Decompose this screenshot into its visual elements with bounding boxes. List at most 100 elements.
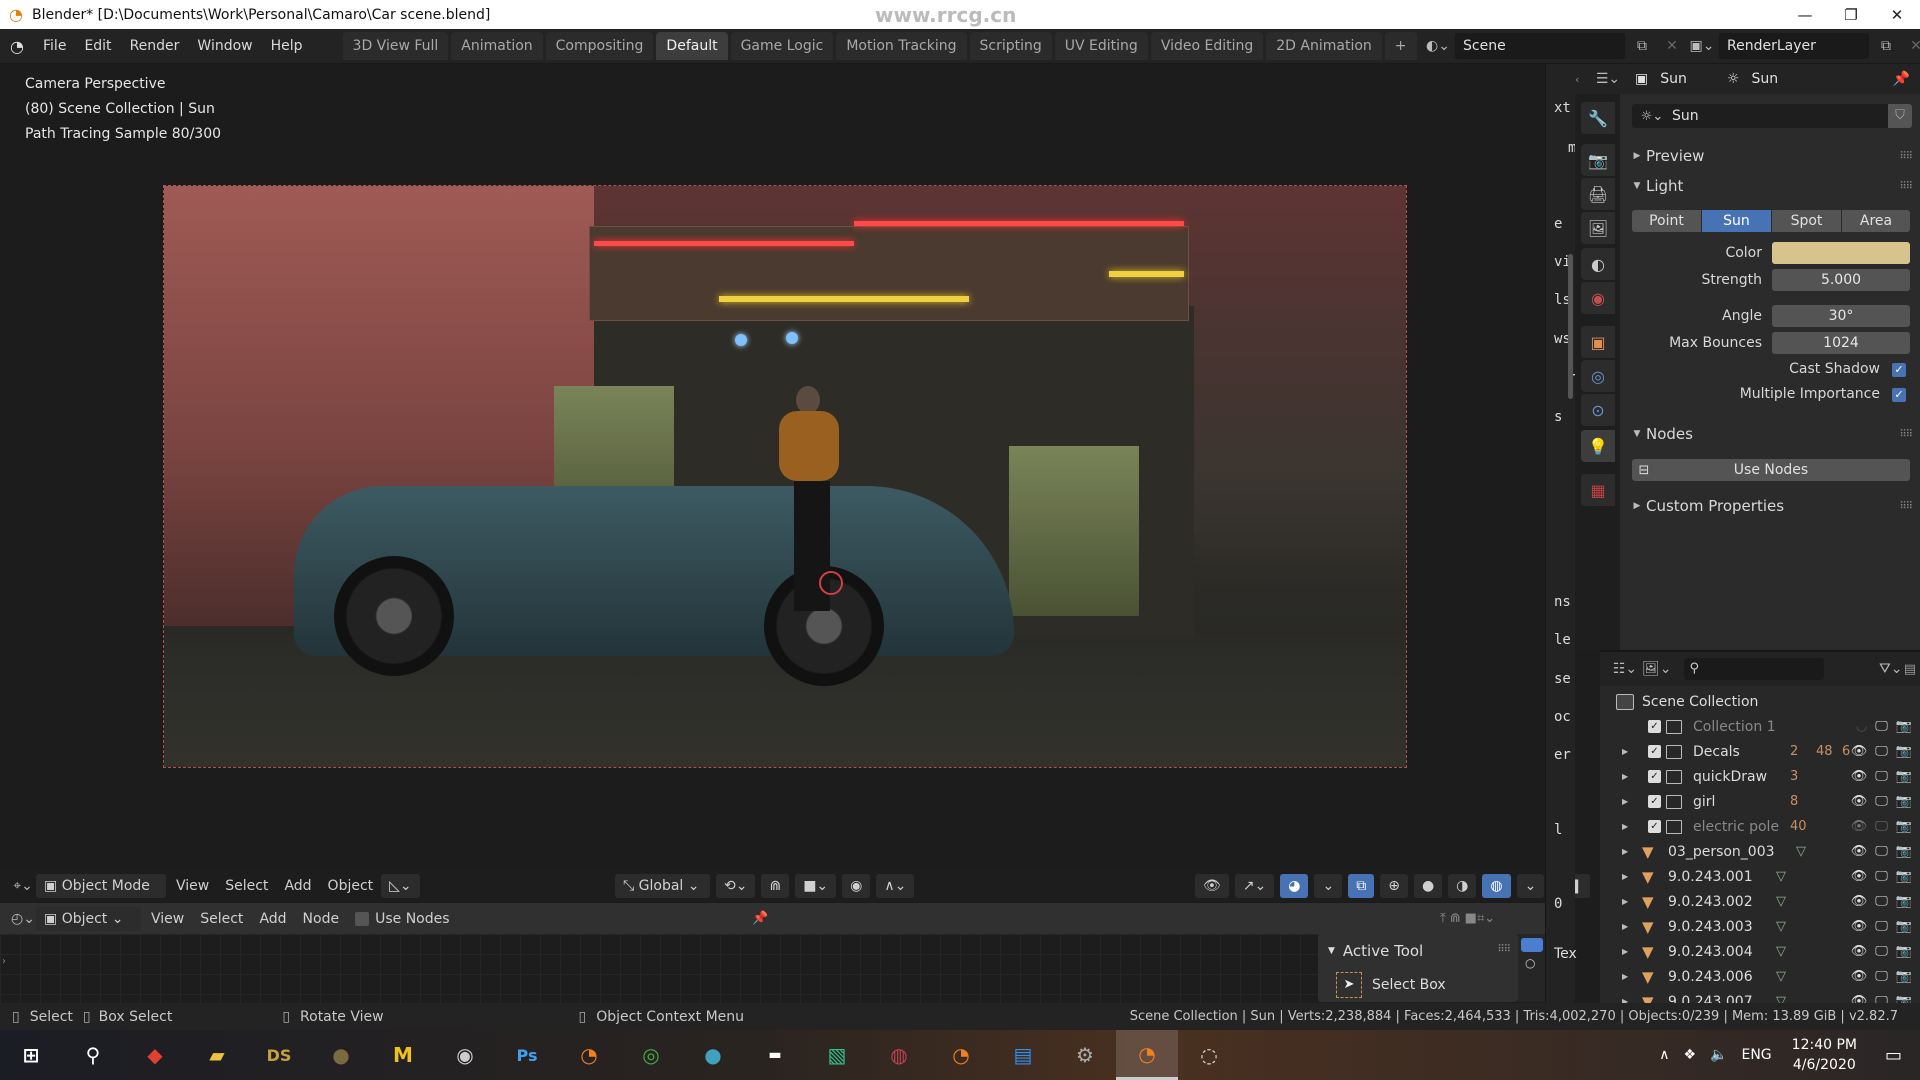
eye-icon[interactable]: 👁 <box>1851 919 1868 934</box>
pin-icon[interactable]: 📌 <box>752 911 768 926</box>
shading-solid-icon[interactable]: ● <box>1413 874 1443 898</box>
monitor-icon[interactable]: 🖵 <box>1875 969 1888 984</box>
outliner-row[interactable]: ▶ ▼ 03_person_003 ▽ 👁 🖵 📷 <box>1600 839 1920 864</box>
node-menu-node[interactable]: Node <box>295 907 348 931</box>
view-layer-icon[interactable]: ▣⌄ <box>1689 33 1715 59</box>
file-explorer-icon[interactable]: ▰ <box>186 1030 248 1080</box>
new-view-layer-icon[interactable]: ⧉ <box>1873 33 1899 59</box>
datablock-name[interactable]: Sun <box>1672 108 1699 124</box>
app-calendar-icon[interactable]: ▬ <box>744 1030 806 1080</box>
monitor-icon[interactable]: 🖵 <box>1875 919 1888 934</box>
tab-tool-icon[interactable]: 🔧 <box>1581 102 1615 134</box>
editor-type-icon[interactable]: ⌖⌄ <box>10 873 36 899</box>
context-data-name[interactable]: Sun <box>1751 71 1778 87</box>
multiple-importance-checkbox[interactable]: ✓ <box>1892 388 1906 402</box>
obs-icon[interactable]: ◌ <box>1178 1030 1240 1080</box>
app-gear-icon[interactable]: ⚙ <box>1054 1030 1116 1080</box>
visibility-selectability-icon[interactable]: 👁⌄ <box>1195 874 1229 918</box>
camera-icon[interactable]: 📷 <box>1896 769 1912 784</box>
menu-help[interactable]: Help <box>262 32 312 60</box>
eye-icon[interactable]: 👁 <box>1851 869 1868 884</box>
xray-toggle-icon[interactable]: ⧉ <box>1348 874 1375 898</box>
tab-texture-icon[interactable]: ▦ <box>1581 474 1615 506</box>
expand-arrow-icon[interactable]: ▶ <box>1622 922 1628 931</box>
node-menu-select[interactable]: Select <box>192 907 251 931</box>
filter-icon[interactable]: ⛛⌄ <box>1878 656 1904 682</box>
outliner-item-name[interactable]: Collection 1 <box>1693 719 1776 735</box>
drag-grip-icon[interactable]: ⠿⠿ <box>1899 151 1913 162</box>
monitor-icon[interactable]: 🖵 <box>1875 719 1888 734</box>
outliner-row[interactable]: ▶ ✓ Decals 2 48 6 👁 🖵 📷 <box>1600 739 1920 764</box>
fake-user-shield-icon[interactable]: ⛉ <box>1888 104 1912 128</box>
outliner-item-name[interactable]: 03_person_003 <box>1668 844 1775 860</box>
monitor-icon[interactable]: 🖵 <box>1875 794 1888 809</box>
exclude-checkbox[interactable]: ✓ <box>1648 745 1661 758</box>
tab-compositing[interactable]: Compositing <box>545 32 654 60</box>
app-teal-icon[interactable]: ● <box>682 1030 744 1080</box>
photoshop-icon[interactable]: Ps <box>496 1030 558 1080</box>
scene-name-field[interactable]: Scene <box>1455 33 1625 59</box>
shading-wireframe-icon[interactable]: ⊕ <box>1380 874 1408 898</box>
light-type-spot[interactable]: Spot <box>1772 210 1841 232</box>
toolbar-expand-icon[interactable]: › <box>2 956 6 967</box>
tab-default[interactable]: Default <box>656 32 728 60</box>
eye-icon[interactable]: 👁 <box>1851 894 1868 909</box>
camera-icon[interactable]: 📷 <box>1896 744 1912 759</box>
monitor-icon[interactable]: 🖵 <box>1875 744 1888 759</box>
start-button-icon[interactable]: ⊞ <box>0 1030 62 1080</box>
tab-light-data-icon[interactable]: 💡 <box>1581 430 1615 462</box>
exclude-checkbox[interactable]: ✓ <box>1648 720 1661 733</box>
blender-menu-icon[interactable]: ◔ <box>0 37 34 56</box>
outliner-item-name[interactable]: 9.0.243.004 <box>1668 944 1753 960</box>
daz-studio-icon[interactable]: DS <box>248 1030 310 1080</box>
mesh-data-icon[interactable]: ▽ <box>1796 844 1806 859</box>
camera-icon[interactable]: 📷 <box>1896 944 1912 959</box>
datablock-selector[interactable]: ☼⌄ Sun ⛉ <box>1632 104 1912 128</box>
eye-icon[interactable]: 👁 <box>1851 969 1868 984</box>
camera-icon[interactable]: 📷 <box>1896 844 1912 859</box>
expand-arrow-icon[interactable]: ▶ <box>1622 972 1628 981</box>
tool-color-swatch[interactable] <box>1521 938 1543 952</box>
panel-preview[interactable]: ▶ Preview ⠿⠿ <box>1620 142 1920 170</box>
minimize-button[interactable]: — <box>1782 6 1828 24</box>
tab-world-icon[interactable]: ◉ <box>1581 282 1615 314</box>
eye-icon[interactable]: 👁 <box>1851 844 1868 859</box>
tab-3d-view-full[interactable]: 3D View Full <box>342 32 449 60</box>
snap-target-icon[interactable]: ■⌄ <box>795 874 837 898</box>
expand-arrow-icon[interactable]: ▶ <box>1622 847 1628 856</box>
exclude-checkbox[interactable]: ✓ <box>1648 820 1661 833</box>
new-collection-icon[interactable]: ▤ <box>1904 662 1916 677</box>
outliner-row[interactable]: ▶ ▼ 9.0.243.003 ▽ 👁 🖵 📷 <box>1600 914 1920 939</box>
outliner-scene-collection[interactable]: Scene Collection <box>1600 689 1920 714</box>
3d-viewport[interactable]: Camera Perspective (80) Scene Collection… <box>0 64 1545 870</box>
outliner-row[interactable]: ▶ ✓ quickDraw 3 👁 🖵 📷 <box>1600 764 1920 789</box>
app-pro-icon[interactable]: ◉ <box>434 1030 496 1080</box>
child-count-badge[interactable]: 40 <box>1790 819 1807 834</box>
drag-grip-icon[interactable]: ⠿⠿ <box>1899 429 1913 440</box>
app-blue-icon[interactable]: ▤ <box>992 1030 1054 1080</box>
mesh-data-icon[interactable]: ▽ <box>1776 869 1786 884</box>
shading-rendered-icon[interactable]: ◍ <box>1482 874 1511 898</box>
blender-icon-2[interactable]: ◔ <box>930 1030 992 1080</box>
exclude-checkbox[interactable]: ✓ <box>1648 770 1661 783</box>
drag-grip-icon[interactable]: ⠿⠿ <box>1899 501 1913 512</box>
shading-dropdown-icon[interactable]: ⌄ <box>1516 874 1545 898</box>
tab-uv-editing[interactable]: UV Editing <box>1054 32 1148 60</box>
menu-render[interactable]: Render <box>121 32 189 60</box>
light-color-swatch[interactable] <box>1772 242 1910 264</box>
tab-physics-icon[interactable]: ◎ <box>1581 360 1615 392</box>
tab-2d-animation[interactable]: 2D Animation <box>1266 32 1382 60</box>
viewport-menu-select[interactable]: Select <box>217 874 276 898</box>
outliner-item-name[interactable]: 9.0.243.002 <box>1668 894 1753 910</box>
outliner-row[interactable]: ▶ ▼ 9.0.243.004 ▽ 👁 🖵 📷 <box>1600 939 1920 964</box>
new-scene-icon[interactable]: ⧉ <box>1629 33 1655 59</box>
shading-material-icon[interactable]: ◑ <box>1448 874 1477 898</box>
expand-arrow-icon[interactable]: ▶ <box>1622 947 1628 956</box>
tab-constraints-icon[interactable]: ⊙ <box>1581 394 1615 426</box>
outliner-item-name[interactable]: Decals <box>1693 744 1740 760</box>
monitor-icon[interactable]: 🖵 <box>1875 769 1888 784</box>
overlays-toggle-icon[interactable]: ◕ <box>1280 874 1309 898</box>
child-count-badge[interactable]: 48 <box>1816 744 1833 759</box>
camera-icon[interactable]: 📷 <box>1896 894 1912 909</box>
light-type-icon[interactable]: ☼⌄ <box>1632 109 1672 124</box>
